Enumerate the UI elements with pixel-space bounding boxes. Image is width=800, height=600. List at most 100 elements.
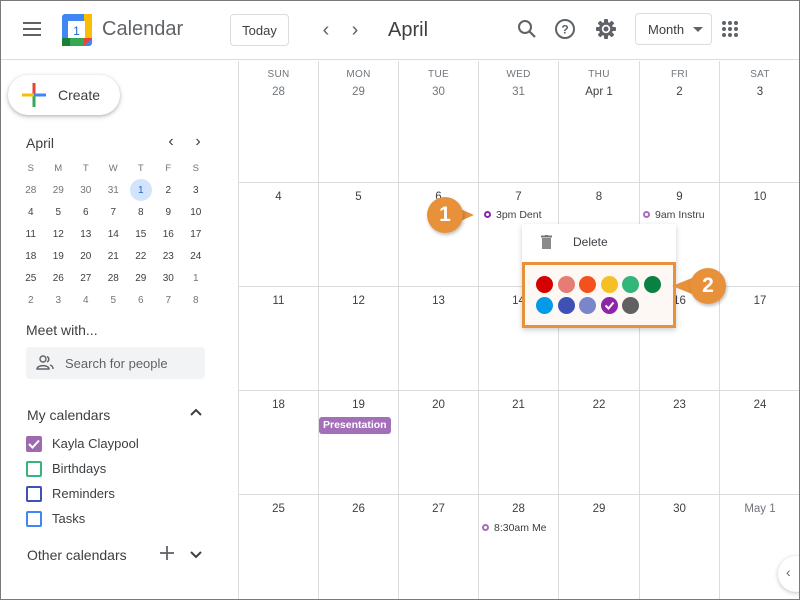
mini-day[interactable]: 2 <box>155 179 183 201</box>
day-number[interactable]: 12 <box>319 295 398 307</box>
day-number[interactable]: May 1 <box>720 503 800 515</box>
day-number[interactable]: 9 <box>640 191 719 203</box>
calendar-checkbox[interactable] <box>26 436 42 452</box>
color-swatch[interactable] <box>600 297 618 314</box>
mini-day[interactable]: 21 <box>100 245 128 267</box>
today-button[interactable]: Today <box>230 14 289 46</box>
day-number[interactable]: Apr 1 <box>559 86 639 98</box>
day-cell[interactable]: 11 <box>239 287 319 390</box>
delete-menu-item[interactable]: Delete <box>522 224 676 260</box>
mini-day[interactable]: 12 <box>45 223 73 245</box>
day-cell[interactable]: 19 <box>319 391 399 494</box>
mini-day[interactable]: 27 <box>72 267 100 289</box>
day-cell[interactable]: 13 <box>399 287 479 390</box>
color-swatch[interactable] <box>643 276 661 293</box>
mini-day[interactable]: 24 <box>182 245 210 267</box>
day-number[interactable]: 5 <box>319 191 398 203</box>
my-calendars-title[interactable]: My calendars <box>27 407 110 423</box>
mini-day[interactable]: 26 <box>45 267 73 289</box>
day-cell[interactable]: 26 <box>319 495 399 599</box>
mini-day[interactable]: 29 <box>45 179 73 201</box>
day-cell[interactable]: WED 31 <box>479 61 559 182</box>
mini-day[interactable]: 10 <box>182 201 210 223</box>
mini-day[interactable]: 6 <box>127 289 155 311</box>
day-cell[interactable]: 24 <box>720 391 800 494</box>
mini-day[interactable]: 2 <box>17 289 45 311</box>
day-number[interactable]: 27 <box>399 503 478 515</box>
chevron-up-icon[interactable] <box>189 405 203 419</box>
day-number[interactable]: 19 <box>319 399 398 411</box>
color-swatch[interactable] <box>557 276 575 293</box>
mini-day[interactable]: 4 <box>17 201 45 223</box>
day-cell[interactable]: 30 <box>640 495 720 599</box>
day-cell[interactable]: 25 <box>239 495 319 599</box>
day-number[interactable]: 7 <box>479 191 558 203</box>
day-number[interactable]: 11 <box>239 295 318 307</box>
day-number[interactable]: 2 <box>640 86 719 98</box>
calendar-item-birthdays[interactable]: Birthdays <box>26 459 216 479</box>
event-instructor[interactable]: 9am Instru <box>643 209 717 221</box>
mini-day[interactable]: 20 <box>72 245 100 267</box>
mini-day[interactable]: 5 <box>100 289 128 311</box>
day-cell[interactable]: 10 <box>720 183 800 286</box>
day-cell[interactable]: SUN 28 <box>239 61 319 182</box>
day-cell[interactable]: FRI 2 <box>640 61 720 182</box>
mini-day[interactable]: 8 <box>127 201 155 223</box>
search-icon[interactable] <box>515 17 539 41</box>
mini-day[interactable]: 6 <box>72 201 100 223</box>
mini-day[interactable]: 28 <box>100 267 128 289</box>
day-number[interactable]: 29 <box>559 503 639 515</box>
search-people-input[interactable]: Search for people <box>26 347 205 379</box>
calendar-checkbox[interactable] <box>26 511 42 527</box>
day-cell[interactable]: 18 <box>239 391 319 494</box>
mini-day[interactable]: 15 <box>127 223 155 245</box>
day-number[interactable]: 29 <box>319 86 398 98</box>
mini-day[interactable]: 18 <box>17 245 45 267</box>
mini-day[interactable]: 1 <box>127 179 155 201</box>
mini-day[interactable]: 25 <box>17 267 45 289</box>
color-swatch[interactable] <box>579 276 596 293</box>
mini-day[interactable]: 9 <box>155 201 183 223</box>
mini-day[interactable]: 30 <box>72 179 100 201</box>
prev-month-button[interactable]: ‹ <box>315 18 337 42</box>
add-calendar-icon[interactable] <box>159 545 175 561</box>
day-number[interactable]: 3 <box>720 86 800 98</box>
day-number[interactable]: 13 <box>399 295 478 307</box>
mini-day[interactable]: 23 <box>155 245 183 267</box>
day-number[interactable]: 18 <box>239 399 318 411</box>
color-swatch[interactable] <box>579 297 596 314</box>
calendar-checkbox[interactable] <box>26 461 42 477</box>
day-cell[interactable]: 27 <box>399 495 479 599</box>
day-number[interactable]: 8 <box>559 191 639 203</box>
day-number[interactable]: 22 <box>559 399 639 411</box>
color-swatch[interactable] <box>536 297 553 314</box>
day-cell[interactable]: 29 <box>559 495 640 599</box>
mini-day[interactable]: 19 <box>45 245 73 267</box>
day-cell[interactable]: 21 <box>479 391 559 494</box>
day-cell[interactable]: THU Apr 1 <box>559 61 640 182</box>
mini-day[interactable]: 22 <box>127 245 155 267</box>
mini-day[interactable]: 5 <box>45 201 73 223</box>
day-cell[interactable]: TUE 30 <box>399 61 479 182</box>
event-presentation[interactable]: Presentation <box>319 417 391 434</box>
mini-day[interactable]: 29 <box>127 267 155 289</box>
color-swatch[interactable] <box>600 276 618 293</box>
event-meeting[interactable]: 8:30am Me <box>482 522 552 534</box>
day-cell[interactable]: 4 <box>239 183 319 286</box>
mini-day[interactable]: 28 <box>17 179 45 201</box>
day-number[interactable]: 24 <box>720 399 800 411</box>
mini-next-button[interactable]: › <box>190 133 206 151</box>
day-number[interactable]: 4 <box>239 191 318 203</box>
day-cell[interactable]: 12 <box>319 287 399 390</box>
mini-day[interactable]: 17 <box>182 223 210 245</box>
day-cell[interactable]: 5 <box>319 183 399 286</box>
day-number[interactable]: 21 <box>479 399 558 411</box>
day-cell[interactable]: MON 29 <box>319 61 399 182</box>
mini-day[interactable]: 7 <box>155 289 183 311</box>
event-dentist[interactable]: 3pm Dent <box>484 209 558 221</box>
day-cell[interactable]: SAT 3 <box>720 61 800 182</box>
day-number[interactable]: 30 <box>399 86 478 98</box>
day-cell[interactable]: 22 <box>559 391 640 494</box>
day-number[interactable]: 30 <box>640 503 719 515</box>
day-cell[interactable]: 23 <box>640 391 720 494</box>
